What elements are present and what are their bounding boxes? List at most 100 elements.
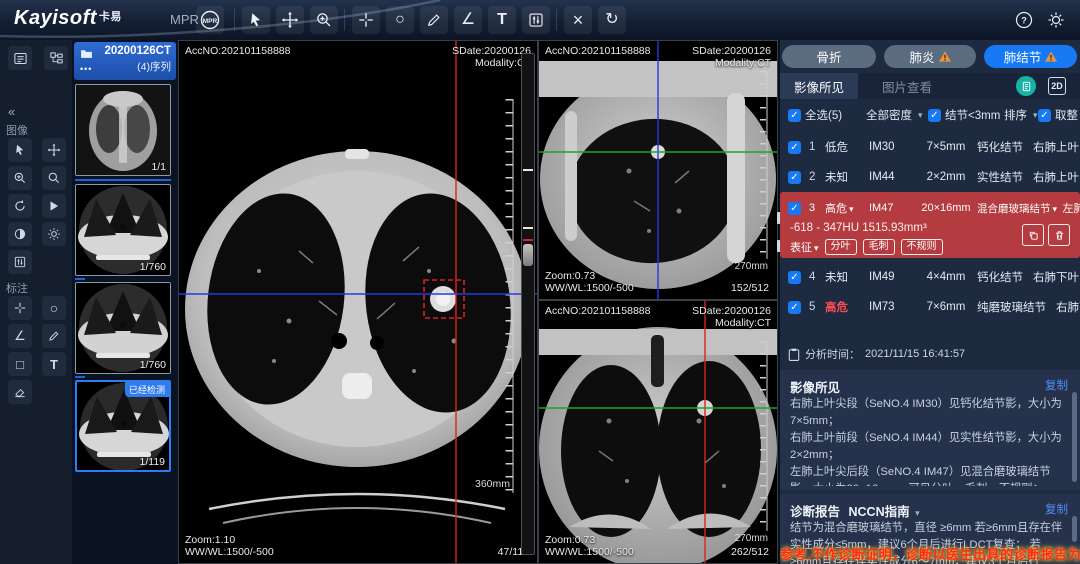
checkbox-checked[interactable]: ✓ <box>788 109 801 122</box>
select-all-checkbox[interactable]: ✓ 全选(5) <box>788 107 842 123</box>
coronal-sdate: SDate:20200126 <box>692 305 771 317</box>
axial-study-info: SDate:20200126 Modality:CT <box>452 45 531 69</box>
annotate-crosshair-button[interactable] <box>8 296 32 320</box>
annotate-text-button[interactable]: T <box>42 352 66 376</box>
checkbox-checked[interactable]: ✓ <box>788 271 801 284</box>
text-tool-button[interactable]: T <box>488 6 516 34</box>
checkbox-checked[interactable]: ✓ <box>788 141 801 154</box>
structure-tree-button[interactable] <box>44 46 68 70</box>
checkbox-checked[interactable]: ✓ <box>788 202 801 215</box>
2d-toggle-button[interactable]: 2D <box>1048 77 1066 95</box>
nodule-no: 4 <box>809 271 825 283</box>
feature-tag[interactable]: 毛刺 <box>863 239 895 255</box>
annotate-ellipse-button[interactable]: ○ <box>42 296 66 320</box>
crosshair-tool-button[interactable] <box>352 6 380 34</box>
window-level-button-side[interactable] <box>8 250 32 274</box>
crosshair-icon <box>13 301 27 315</box>
rect-icon: □ <box>16 357 24 372</box>
round-label: 取整 <box>1055 107 1078 123</box>
checkbox-checked[interactable]: ✓ <box>788 171 801 184</box>
location-dropdown[interactable]: 左肺上叶▾ <box>1057 200 1080 216</box>
invert-contrast-button-side[interactable] <box>8 222 32 246</box>
mpr-mode-button[interactable]: MPR <box>196 6 224 34</box>
checkbox-checked[interactable]: ✓ <box>928 109 941 122</box>
collapse-sidebar-button[interactable]: « <box>8 104 15 119</box>
axial-slice-slider[interactable] <box>521 53 535 555</box>
report-guide-dropdown[interactable]: NCCN指南 <box>849 505 910 519</box>
annotate-pencil-button[interactable] <box>42 324 66 348</box>
series-thumbnail-4-selected[interactable]: 已经检测 1/119 <box>75 380 171 472</box>
zoom-in-button-side[interactable] <box>8 166 32 190</box>
report-scrollbar[interactable] <box>1072 516 1077 542</box>
report-copy-button[interactable]: 复制 <box>1045 501 1068 517</box>
nodule-row-3-selected[interactable]: ✓ 3 高危▾ IM47 20×16mm 混合磨玻璃结节▾ 左肺上叶▾ -618… <box>780 192 1080 258</box>
feature-tag[interactable]: 分叶 <box>825 239 857 255</box>
findings-copy-button[interactable]: 复制 <box>1045 377 1068 393</box>
reset-view-button[interactable]: ↻ <box>598 6 626 34</box>
series-thumbnail-2[interactable]: 1/760 <box>75 184 171 276</box>
coronal-slice-index: 262/512 <box>731 546 769 558</box>
pointer-tool-button[interactable] <box>242 6 270 34</box>
nodule-im: IM44 <box>869 171 915 183</box>
rotate-button-side[interactable] <box>8 194 32 218</box>
series-header[interactable]: 20200126CT ••• (4)序列 <box>74 42 176 80</box>
annotate-angle-button[interactable]: ∠ <box>8 324 32 348</box>
left-tool-strip: « 图像 <box>0 40 72 564</box>
delete-nodule-button[interactable] <box>1048 224 1070 246</box>
pencil-tool-button[interactable] <box>420 6 448 34</box>
annotate-rect-button[interactable]: □ <box>8 352 32 376</box>
nodule-row-2[interactable]: ✓ 2 未知 IM44 2×2mm 实性结节 右肺上叶 <box>780 162 1080 192</box>
findings-scrollbar[interactable] <box>1072 392 1077 482</box>
nodule-size: 2×2mm <box>915 171 977 183</box>
mode-pneumonia-button[interactable]: 肺炎 <box>884 45 976 68</box>
risk-dropdown[interactable]: 高危▾ <box>825 200 869 216</box>
series-thumbnail-3[interactable]: 1/760 <box>75 282 171 374</box>
series-thumbnail-1[interactable]: 1/1 <box>75 84 171 176</box>
toolbar-separator <box>234 9 235 31</box>
delete-annotation-button[interactable]: × <box>564 6 592 34</box>
nodule-risk: 低危 <box>825 139 869 155</box>
feature-tag[interactable]: 不规则 <box>901 239 943 255</box>
checkbox-checked[interactable]: ✓ <box>1038 109 1051 122</box>
sagittal-viewport[interactable]: 270mm AccNO:202101158888 SDate:20200126 … <box>538 40 778 300</box>
eraser-button[interactable] <box>8 380 32 404</box>
window-level-button[interactable] <box>522 6 550 34</box>
mode-fracture-button[interactable]: 骨折 <box>782 45 876 68</box>
nodule-location: 右肺上叶 <box>1023 139 1080 155</box>
angle-tool-button[interactable]: ∠ <box>454 6 482 34</box>
nodule-size: 7×6mm <box>915 301 977 313</box>
checkbox-checked[interactable]: ✓ <box>788 301 801 314</box>
settings-button[interactable] <box>1042 6 1070 34</box>
help-button[interactable]: ? <box>1010 6 1038 34</box>
sort-dropdown[interactable]: 排序 ▾ <box>1004 107 1038 123</box>
zoom-in-icon <box>13 171 27 185</box>
slider-thumb[interactable] <box>523 244 533 266</box>
density-dropdown[interactable]: 全部密度 ▾ <box>866 107 923 123</box>
copy-nodule-button[interactable] <box>1022 224 1044 246</box>
small-nodule-checkbox[interactable]: ✓ 结节<3mm <box>928 107 1000 123</box>
zoom-tool-button[interactable] <box>310 6 338 34</box>
tab-image-view[interactable]: 图片查看 <box>868 73 946 99</box>
nodule-row-3-main[interactable]: ✓ 3 高危▾ IM47 20×16mm 混合磨玻璃结节▾ 左肺上叶▾ <box>780 194 1080 222</box>
mode-lung-nodule-button[interactable]: 肺结节 <box>984 45 1077 68</box>
ellipse-tool-button[interactable]: ○ <box>386 6 414 34</box>
tab-findings[interactable]: 影像所见 <box>780 73 858 99</box>
type-dropdown[interactable]: 混合磨玻璃结节▾ <box>977 201 1057 216</box>
magnifier-button-side[interactable] <box>42 166 66 190</box>
cine-play-button-side[interactable] <box>42 194 66 218</box>
brightness-button-side[interactable] <box>42 222 66 246</box>
pointer-tool-button-side[interactable] <box>8 138 32 162</box>
round-checkbox[interactable]: ✓ 取整 <box>1038 107 1078 123</box>
coronal-viewport[interactable]: 270mm AccNO:202101158888 SDate:20200126 … <box>538 300 778 564</box>
feature-dropdown[interactable]: 表征▾ <box>790 239 819 255</box>
pan-tool-button-side[interactable] <box>42 138 66 162</box>
pan-tool-button[interactable] <box>276 6 304 34</box>
report-teal-button[interactable] <box>1016 76 1036 96</box>
nodule-row-4[interactable]: ✓ 4 未知 IM49 4×4mm 钙化结节 右肺下叶 <box>780 262 1080 292</box>
nodule-row-5[interactable]: ✓ 5 高危 IM73 7×6mm 纯磨玻璃结节 右肺下叶 <box>780 292 1080 322</box>
series-menu-dots[interactable]: ••• <box>80 64 92 74</box>
mode-label: 骨折 <box>816 47 841 66</box>
nodule-row-1[interactable]: ✓ 1 低危 IM30 7×5mm 钙化结节 右肺上叶 <box>780 132 1080 162</box>
layout-list-button[interactable] <box>8 46 32 70</box>
axial-viewport[interactable]: 360mm AccNO:202101158888 SDate:20200126 … <box>178 40 538 564</box>
